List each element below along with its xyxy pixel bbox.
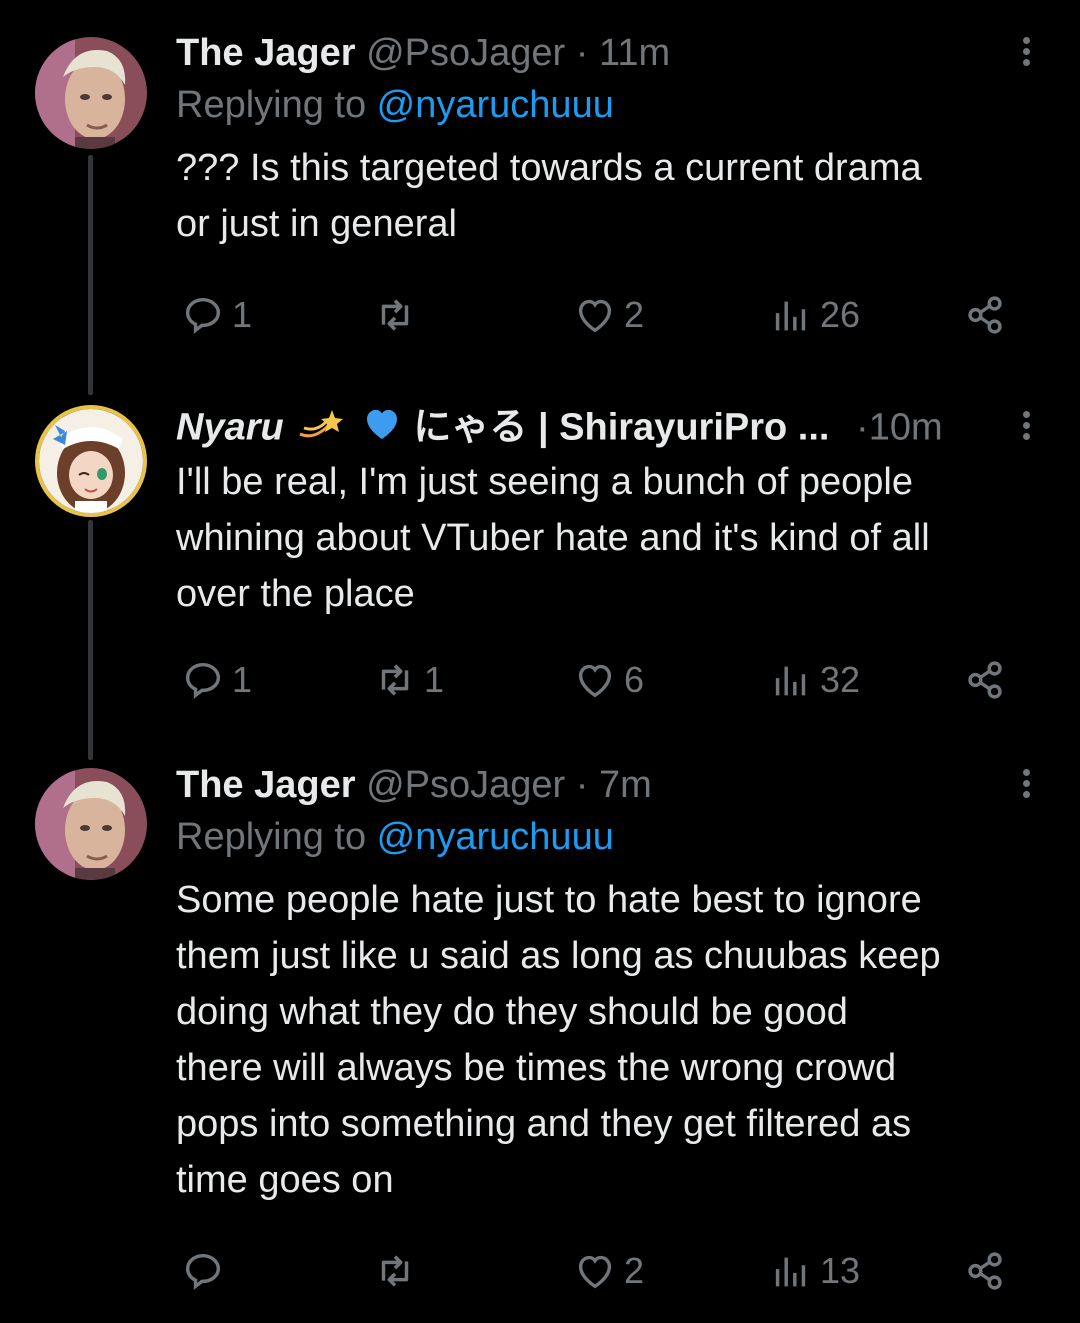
reply-button[interactable]: 1 (180, 655, 252, 705)
action-bar: 1 2 26 (176, 290, 1036, 340)
like-button[interactable]: 2 (572, 1246, 644, 1296)
more-icon[interactable] (1016, 766, 1036, 806)
like-icon (578, 664, 612, 698)
tweet[interactable]: Nyaru にゃる | ShirayuriPro ... ·10m I'll b… (0, 370, 1080, 760)
separator-dot: · (575, 32, 589, 74)
timestamp[interactable]: 10m (869, 407, 943, 449)
repost-icon (381, 1255, 409, 1287)
tweet-text: Some people hate just to hate best to ig… (176, 879, 941, 1201)
user-handle[interactable]: @PsoJager (366, 764, 565, 806)
tweet-text: ??? Is this targeted towards a current d… (176, 147, 922, 245)
view-count: 26 (820, 294, 861, 335)
mention-link[interactable]: @nyaruchuuu (377, 84, 614, 126)
share-button[interactable] (962, 290, 1014, 340)
views-icon (775, 666, 806, 696)
reply-icon (185, 662, 221, 699)
reply-button[interactable]: 1 (180, 290, 252, 340)
views-button[interactable]: 13 (768, 1246, 860, 1296)
like-button[interactable]: 2 (572, 290, 644, 340)
separator-dot: · (575, 764, 589, 806)
reply-icon (185, 1253, 221, 1290)
views-button[interactable]: 32 (768, 655, 860, 705)
like-icon (578, 1255, 612, 1289)
blue-heart-emoji (361, 404, 403, 455)
tweet-header: The Jager @PsoJager · 11m (176, 30, 1036, 76)
display-name[interactable]: The Jager (176, 764, 356, 806)
reply-button[interactable] (180, 1246, 232, 1296)
display-name[interactable]: Nyaru (176, 407, 284, 449)
avatar[interactable] (35, 37, 147, 149)
like-count: 2 (624, 1250, 645, 1291)
timestamp[interactable]: 7m (599, 764, 652, 806)
repost-icon (381, 299, 409, 331)
tweet-text: I'll be real, I'm just seeing a bunch of… (176, 461, 930, 615)
like-button[interactable]: 6 (572, 655, 644, 705)
tweet-header: The Jager @PsoJager · 7m (176, 762, 1036, 808)
reply-icon (185, 297, 221, 334)
share-button[interactable] (962, 1246, 1014, 1296)
tweet[interactable]: The Jager @PsoJager · 7m Replying to @ny… (0, 760, 1080, 1323)
repost-count: 1 (424, 659, 445, 700)
more-icon[interactable] (1016, 34, 1036, 74)
share-button[interactable] (962, 655, 1014, 705)
dizzy-emoji (294, 404, 350, 455)
action-bar: 1 1 6 32 (176, 655, 1036, 705)
timestamp[interactable]: 11m (599, 32, 670, 74)
views-button[interactable]: 26 (768, 290, 860, 340)
tweet[interactable]: The Jager @PsoJager · 11m Replying to @n… (0, 0, 1080, 370)
share-icon (968, 296, 1002, 334)
view-count: 32 (820, 659, 861, 700)
reply-count: 1 (232, 294, 253, 335)
user-handle[interactable]: @PsoJager (366, 32, 565, 74)
display-name[interactable]: The Jager (176, 32, 356, 74)
share-icon (968, 1252, 1002, 1290)
tweet-header: Nyaru にゃる | ShirayuriPro ... ·10m (176, 404, 1036, 450)
views-icon (775, 301, 806, 331)
action-bar: 2 13 (176, 1246, 1036, 1296)
replying-to: Replying to @nyaruchuuu (176, 76, 1036, 134)
like-count: 6 (624, 659, 645, 700)
mention-link[interactable]: @nyaruchuuu (377, 816, 614, 858)
reply-count: 1 (232, 659, 253, 700)
separator-dot: · (856, 406, 869, 449)
avatar[interactable] (35, 768, 147, 880)
replying-to-label: Replying to (176, 816, 377, 858)
repost-button[interactable] (372, 1246, 424, 1296)
avatar[interactable] (35, 405, 147, 517)
repost-button[interactable]: 1 (372, 655, 444, 705)
like-count: 2 (624, 294, 645, 335)
like-icon (578, 299, 612, 333)
repost-icon (381, 664, 409, 696)
repost-button[interactable] (372, 290, 424, 340)
replying-to: Replying to @nyaruchuuu (176, 808, 1036, 866)
display-name-suffix[interactable]: にゃる | ShirayuriPro ... (413, 407, 829, 449)
view-count: 13 (820, 1250, 861, 1291)
views-icon (775, 1257, 806, 1287)
more-icon[interactable] (1016, 408, 1036, 448)
replying-to-label: Replying to (176, 84, 377, 126)
share-icon (968, 661, 1002, 699)
